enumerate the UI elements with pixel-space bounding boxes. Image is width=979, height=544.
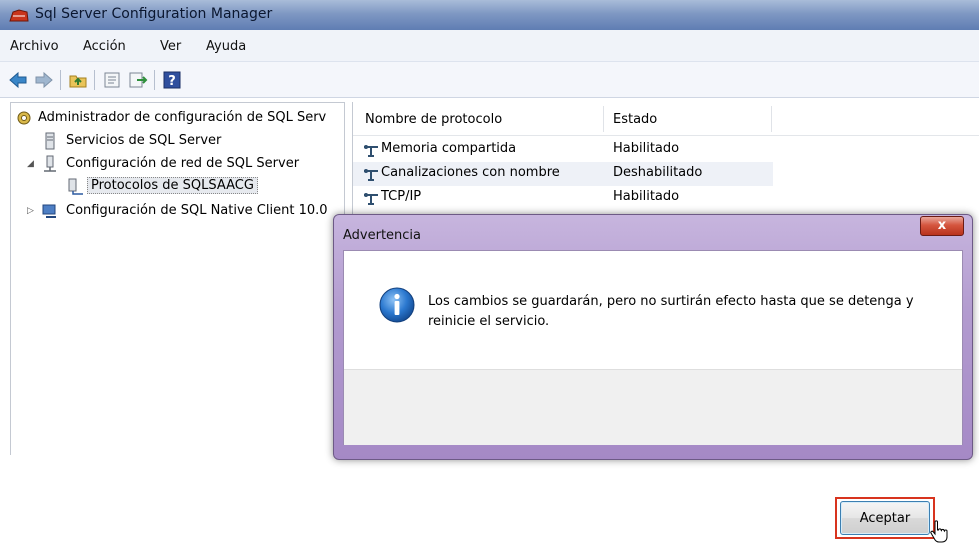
info-icon [379,287,415,323]
native-client-icon [42,204,56,218]
tree-item-network[interactable]: ◢ Configuración de red de SQL Server [11,153,344,175]
tree-item-services[interactable]: Servicios de SQL Server [11,130,344,152]
menu-archivo[interactable]: Archivo [10,39,59,54]
tree-label-protocols: Protocolos de SQLSAACG [87,177,258,194]
network-config-icon [44,155,56,172]
tree-label-native-client: Configuración de SQL Native Client 10.0 [66,203,328,218]
protocol-status: Deshabilitado [613,165,703,180]
menu-bar: Archivo Acción Ver Ayuda [0,30,979,62]
protocol-name: TCP/IP [381,189,422,204]
tree-item-protocols[interactable]: Protocolos de SQLSAACG [11,176,344,198]
folder-up-icon[interactable] [68,70,88,90]
ok-button[interactable]: Aceptar [840,501,930,535]
protocol-status: Habilitado [613,141,680,156]
export-icon[interactable] [128,70,148,90]
list-row-named-pipes[interactable]: Canalizaciones con nombre Deshabilitado [353,162,773,186]
mouse-pointer-icon [930,520,948,543]
protocol-name: Memoria compartida [381,141,517,156]
window-title: Sql Server Configuration Manager [35,6,273,22]
protocol-icon [364,169,378,181]
list-header: Nombre de protocolo Estado [353,102,979,136]
server-icon [45,132,55,150]
svg-text:?: ? [168,74,176,89]
tree-label-network: Configuración de red de SQL Server [66,156,300,171]
close-button[interactable]: x [920,216,964,236]
tree-label-root: Administrador de configuración de SQL Se… [38,110,327,125]
menu-accion[interactable]: Acción [83,39,126,54]
list-row-tcp-ip[interactable]: TCP/IP Habilitado [353,186,773,210]
protocol-status: Habilitado [613,189,680,204]
menu-ayuda[interactable]: Ayuda [206,39,246,54]
column-header-status[interactable]: Estado [613,112,657,127]
help-icon[interactable]: ? [162,70,182,90]
tree-item-root[interactable]: Administrador de configuración de SQL Se… [11,107,344,129]
protocol-icon [364,193,378,205]
navigation-tree: Administrador de configuración de SQL Se… [10,102,345,455]
toolbar: ? [0,62,979,98]
dialog-title: Advertencia [343,228,422,243]
back-arrow-icon[interactable] [8,70,28,90]
protocol-icon [364,145,378,157]
sql-config-icon [17,111,31,125]
collapse-arrow-icon[interactable]: ◢ [27,159,34,169]
close-icon: x [937,218,947,233]
tree-item-native-client[interactable]: ▷ Configuración de SQL Native Client 10.… [11,200,344,222]
protocols-icon [68,178,83,195]
expand-arrow-icon[interactable]: ▷ [27,206,34,216]
forward-arrow-icon[interactable] [34,70,54,90]
title-bar: Sql Server Configuration Manager [0,0,979,30]
dialog-message: Los cambios se guardarán, pero no surtir… [428,294,914,329]
dialog-footer: Aceptar [344,369,962,543]
protocol-name: Canalizaciones con nombre [381,165,560,180]
dialog-body: Los cambios se guardarán, pero no surtir… [343,250,963,543]
list-row-shared-memory[interactable]: Memoria compartida Habilitado [353,138,773,162]
properties-icon[interactable] [102,70,122,90]
warning-dialog: Advertencia x Los cambios se guardarán, … [333,214,973,543]
app-icon [9,9,29,22]
menu-ver[interactable]: Ver [160,39,181,54]
tree-label-services: Servicios de SQL Server [66,133,222,148]
column-header-name[interactable]: Nombre de protocolo [365,112,502,127]
